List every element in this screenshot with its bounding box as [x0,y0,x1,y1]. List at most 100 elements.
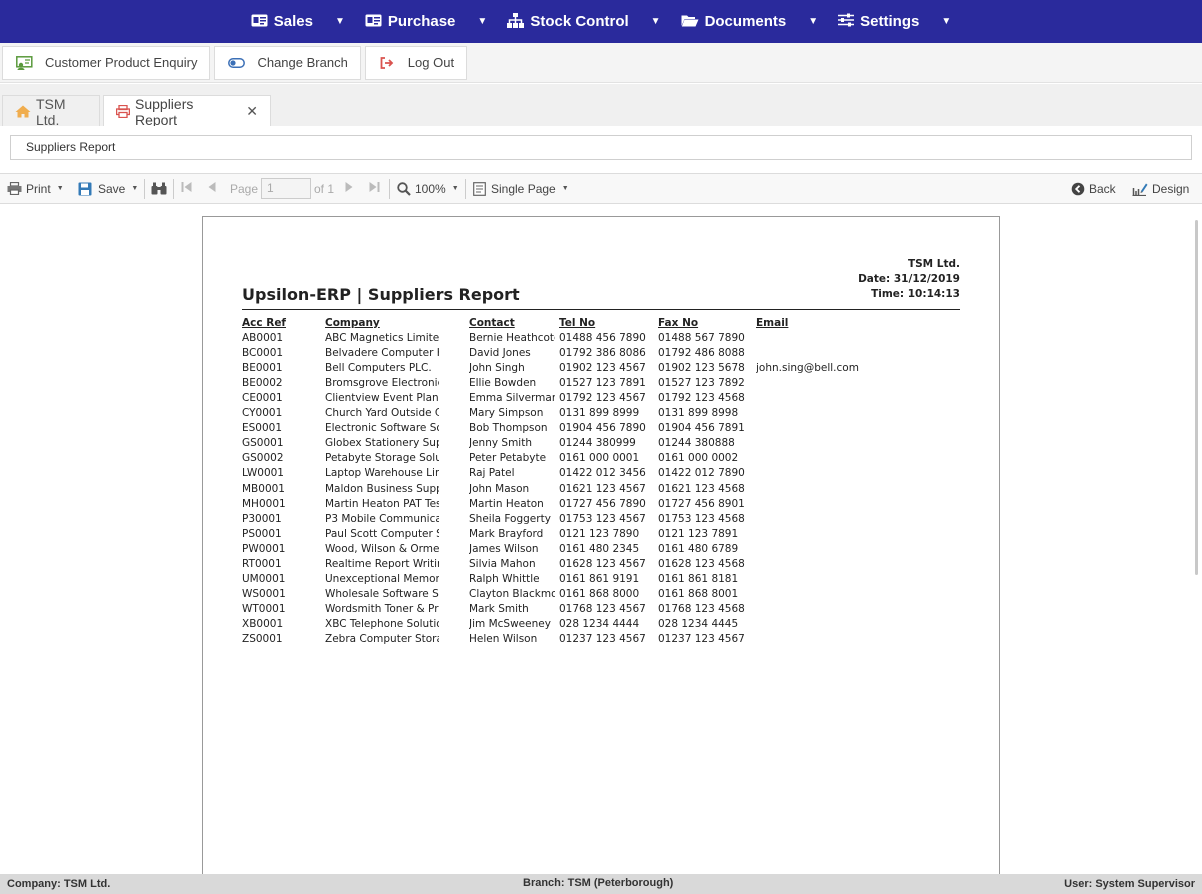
nav-settings-label: Settings [860,13,920,30]
table-cell: 01792 123 4567 [559,392,646,405]
table-cell: 01904 456 7890 [559,422,646,435]
table-cell: Electronic Software Solu [325,422,439,435]
table-cell: 01237 123 4567 [559,632,646,645]
printer-icon [7,182,22,195]
caret-down-icon: ▼ [131,185,139,192]
back-arrow-icon [1071,182,1085,196]
tab-suppliers-report[interactable]: Suppliers Report ✕ [103,95,271,128]
nav-purchase-label: Purchase [387,13,456,30]
back-button[interactable]: Back [1071,174,1116,203]
previous-page-button[interactable] [208,174,216,203]
save-label: Save [98,181,126,196]
table-cell: David Jones [469,347,531,360]
table-cell: 028 1234 4444 [559,617,640,630]
table-cell: Clayton Blackmore [469,587,555,600]
table-cell: 01244 380888 [658,437,735,450]
nav-purchase[interactable]: Purchase ▼ [355,0,497,43]
first-page-icon [181,181,192,196]
print-label: Print [26,181,51,196]
table-cell: ZS0001 [242,632,283,645]
status-bar: Company: TSM Ltd. Branch: TSM (Peterboro… [0,874,1202,894]
single-page-icon [473,181,486,196]
view-mode-dropdown[interactable]: Single Page ▼ [473,174,569,203]
table-cell: 01422 012 3456 [559,467,646,480]
column-header: Contact [469,317,515,329]
table-cell: 01422 012 7890 [658,467,745,480]
report-viewer-toolbar: Print ▼ Save ▼ Page 1 of 1 100% ▼ Single… [0,173,1202,204]
nav-sales[interactable]: Sales ▼ [241,0,355,43]
page-number-input[interactable]: 1 [261,178,311,199]
table-cell: XB0001 [242,617,284,630]
table-cell: Laptop Warehouse Limit [325,467,439,480]
folder-open-icon [681,14,699,30]
table-cell: 01527 123 7892 [658,377,745,390]
table-cell: Church Yard Outside Ca [325,407,439,420]
table-cell: James Wilson [469,542,539,555]
nav-stock-control[interactable]: Stock Control ▼ [497,0,670,43]
previous-page-icon [208,181,216,196]
save-button[interactable]: Save ▼ [78,174,138,203]
column-header: Tel No [559,317,596,329]
close-icon[interactable]: ✕ [246,103,258,120]
table-cell: Petabyte Storage Solutic [325,452,439,465]
tab-bar: TSM Ltd. Suppliers Report ✕ [0,84,1202,128]
table-cell: Unexceptional Memory S [325,572,439,585]
tab-tsm-ltd[interactable]: TSM Ltd. [2,95,100,128]
caret-down-icon: ▼ [941,16,952,27]
table-cell: 0131 899 8999 [559,407,640,420]
page-label: Page [230,181,259,196]
table-cell: 0161 480 6789 [658,542,739,555]
change-branch-button[interactable]: Change Branch [214,45,361,80]
caret-down-icon: ▼ [56,185,64,192]
customer-product-enquiry-button[interactable]: Customer Product Enquiry [2,45,211,80]
table-cell: 01244 380999 [559,437,636,450]
nav-documents[interactable]: Documents ▼ [671,0,829,43]
table-cell: 01902 123 4567 [559,362,646,375]
table-cell: 01621 123 4568 [658,482,745,495]
sliders-icon [838,13,855,30]
table-cell: GS0001 [242,437,284,450]
design-button[interactable]: Design [1132,174,1189,203]
caret-down-icon: ▼ [650,16,661,27]
last-page-button[interactable] [369,174,380,203]
table-cell: 01753 123 4568 [658,512,745,525]
column-header: Acc Ref [242,317,287,329]
status-user: User: System Supervisor [1064,878,1195,890]
table-cell: UM0001 [242,572,286,585]
table-cell: 01768 123 4567 [559,602,646,615]
report-preview-area: TSM Ltd. Date: 31/12/2019 Time: 10:14:13… [0,205,1202,874]
id-card-icon [251,14,268,30]
next-page-button[interactable] [345,174,353,203]
table-cell: Peter Petabyte [469,452,547,465]
nav-documents-label: Documents [704,13,787,30]
nav-settings[interactable]: Settings ▼ [828,0,961,43]
table-cell: 01792 123 4568 [658,392,745,405]
table-cell: Bob Thompson [469,422,548,435]
table-cell: 01792 486 8088 [658,347,745,360]
zoom-dropdown[interactable]: 100% ▼ [397,174,459,203]
table-cell: 01488 567 7890 [658,332,745,345]
vertical-scrollbar[interactable] [1195,220,1198,575]
toolbar-divider [389,179,390,199]
floppy-disk-icon [78,182,92,196]
table-cell: LW0001 [242,467,284,480]
table-cell: Mark Brayford [469,527,544,540]
table-cell: 01628 123 4567 [559,557,646,570]
table-cell: Silvia Mahon [469,557,536,570]
table-cell: 028 1234 4445 [658,617,739,630]
column-header: Company [325,317,380,329]
table-cell: 01768 123 4568 [658,602,745,615]
toggle-icon [227,57,245,68]
table-cell: 0161 868 8000 [559,587,640,600]
design-edit-icon [1132,182,1148,196]
nav-stock-control-label: Stock Control [530,13,629,30]
table-cell: Jim McSweeney [469,617,551,630]
print-button[interactable]: Print ▼ [7,174,64,203]
find-button[interactable] [151,174,171,203]
table-cell: BC0001 [242,347,284,360]
toolbar-divider [465,179,466,199]
first-page-button[interactable] [181,174,192,203]
log-out-button[interactable]: Log Out [364,45,468,80]
last-page-icon [369,181,380,196]
table-cell: ABC Magnetics Limited [325,332,439,345]
